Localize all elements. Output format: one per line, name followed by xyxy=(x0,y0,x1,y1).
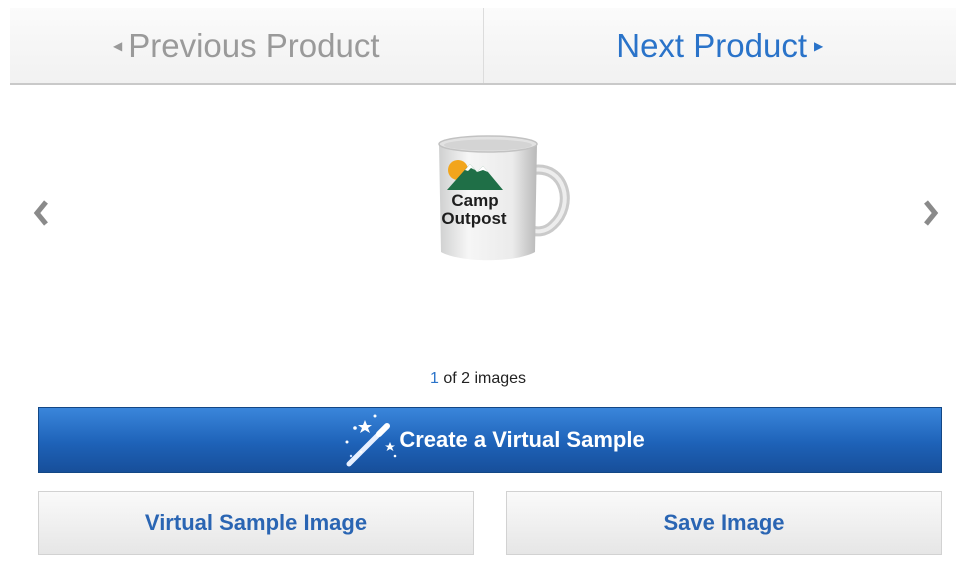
chevron-left-icon xyxy=(33,200,48,226)
magic-wand-icon xyxy=(345,414,397,467)
create-virtual-sample-label: Create a Virtual Sample xyxy=(399,427,645,452)
image-count-text: of 2 images xyxy=(443,370,527,387)
product-navigation: ◀ Previous Product Next Product ▶ xyxy=(10,8,956,85)
next-image-button[interactable] xyxy=(912,193,948,233)
next-product-label: Next Product xyxy=(616,26,807,64)
virtual-sample-image-button[interactable]: Virtual Sample Image xyxy=(38,491,474,555)
logo-text-line1: Camp xyxy=(451,191,498,210)
product-image[interactable]: Camp Outpost xyxy=(425,130,570,265)
image-counter: 1 of 2 images xyxy=(0,370,956,388)
logo-text-line2: Outpost xyxy=(441,209,506,228)
previous-product-button[interactable]: ◀ Previous Product xyxy=(10,8,484,83)
save-image-label: Save Image xyxy=(663,510,785,535)
current-image-number: 1 xyxy=(429,370,439,387)
triangle-right-icon: ▶ xyxy=(814,38,824,53)
previous-product-label: Previous Product xyxy=(128,26,380,64)
previous-image-button[interactable] xyxy=(24,193,60,233)
chevron-right-icon xyxy=(924,200,939,226)
create-virtual-sample-button[interactable]: Create a Virtual Sample xyxy=(38,407,942,473)
image-viewer: Camp Outpost xyxy=(10,95,956,355)
triangle-left-icon: ◀ xyxy=(112,38,123,53)
next-product-button[interactable]: Next Product ▶ xyxy=(484,8,956,83)
virtual-sample-image-label: Virtual Sample Image xyxy=(144,510,368,535)
save-image-button[interactable]: Save Image xyxy=(506,491,942,555)
